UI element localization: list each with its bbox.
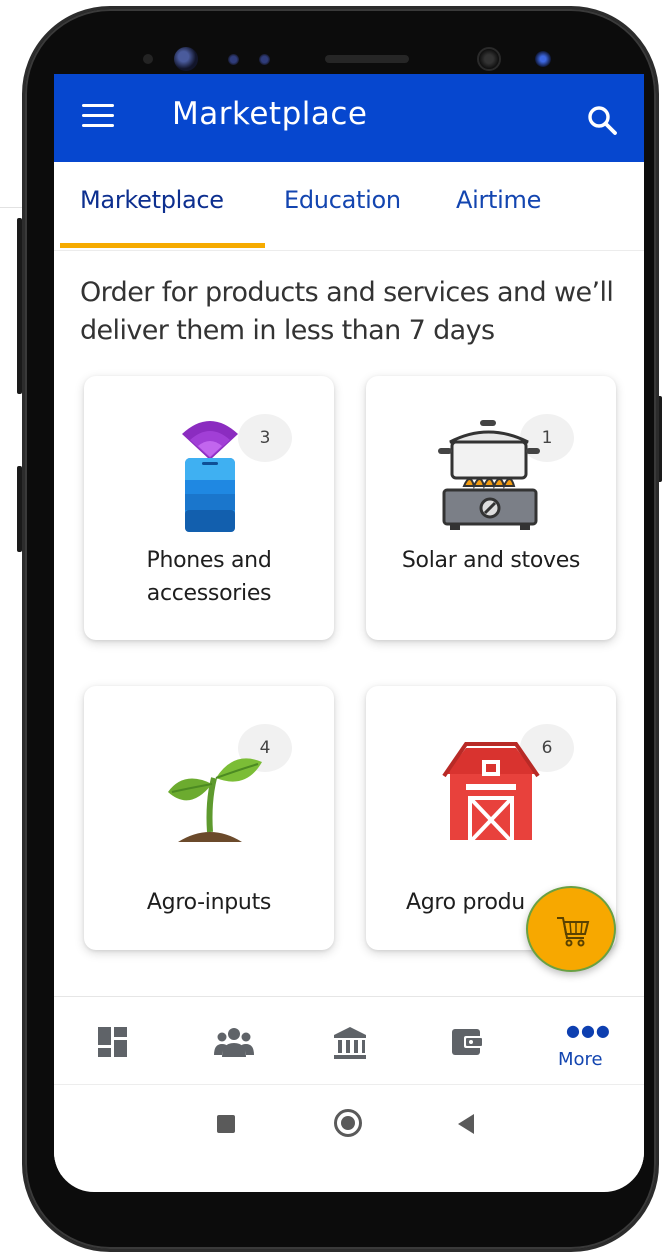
cooking-stove-icon [436, 412, 546, 532]
nav-bank[interactable] [294, 997, 404, 1085]
home-icon[interactable] [334, 1109, 362, 1137]
cart-fab-button[interactable] [526, 886, 616, 972]
front-camera [477, 47, 501, 71]
earpiece-speaker [325, 55, 409, 63]
page-title: Marketplace [172, 96, 368, 132]
recent-apps-icon[interactable] [217, 1115, 235, 1133]
groups-icon [214, 1028, 254, 1057]
back-icon[interactable] [458, 1114, 474, 1134]
nav-wallet[interactable] [412, 997, 522, 1085]
sensor-dot [143, 54, 153, 64]
category-card-phones[interactable]: 3 Phones and accessories [84, 376, 334, 640]
nav-groups[interactable] [176, 997, 286, 1085]
nav-more[interactable]: ●●● More [530, 997, 640, 1085]
more-icon: ●●● [566, 1021, 611, 1040]
category-card-solar-stoves[interactable]: 1 Solar and stoves [366, 376, 616, 640]
camera-lens [535, 51, 551, 67]
iris-scanner [174, 47, 198, 71]
more-label: More [558, 1049, 603, 1070]
tab-bar: Marketplace Education Airtime [54, 162, 644, 251]
system-navigation-bar [54, 1084, 644, 1175]
tab-marketplace[interactable]: Marketplace [80, 186, 224, 214]
search-icon[interactable] [586, 104, 618, 136]
tab-airtime[interactable]: Airtime [456, 186, 541, 214]
wallet-icon [452, 1029, 482, 1055]
category-card-agro-inputs[interactable]: 4 Agro-inputs [84, 686, 334, 950]
proximity-sensor [228, 54, 239, 65]
shopping-cart-icon [557, 917, 590, 947]
category-label: Solar and stoves [401, 548, 581, 573]
app-bar: Marketplace [54, 74, 644, 162]
bank-icon [334, 1027, 366, 1059]
light-sensor [259, 54, 270, 65]
tab-education[interactable]: Education [284, 186, 401, 214]
app-screen: Marketplace Marketplace Education Airtim… [54, 74, 644, 1192]
category-label: Agro-inputs [146, 890, 272, 915]
barn-icon [436, 722, 546, 842]
nav-dashboard[interactable] [58, 997, 168, 1085]
menu-icon[interactable] [82, 104, 116, 132]
bottom-navigation: ●●● More [54, 996, 644, 1085]
category-label: Phones and accessories [146, 548, 272, 606]
active-tab-indicator [60, 243, 265, 248]
intro-text: Order for products and services and we’l… [80, 277, 614, 346]
seedling-icon [154, 722, 264, 842]
dashboard-icon [98, 1027, 127, 1057]
phone-wifi-icon [154, 412, 264, 532]
